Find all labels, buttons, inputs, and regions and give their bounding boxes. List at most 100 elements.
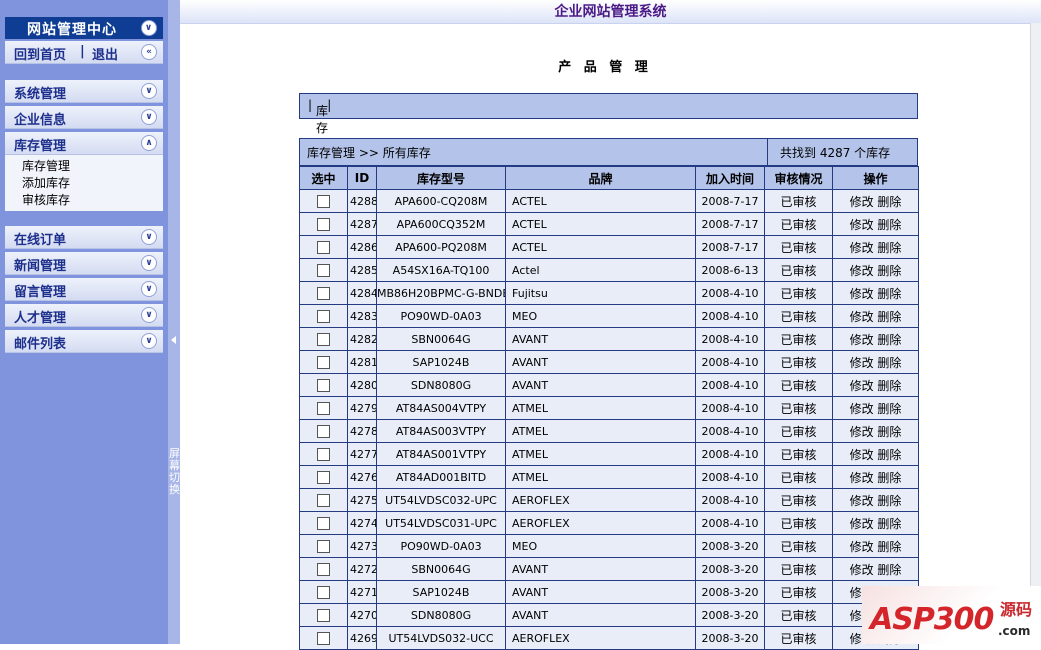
sidebar-item-messages[interactable]: 留言管理 ∨ — [5, 278, 163, 301]
row-date: 2008-4-10 — [695, 488, 765, 512]
double-chevron-down-icon[interactable]: ∨ — [141, 109, 157, 125]
double-chevron-down-icon[interactable]: ∨ — [141, 229, 157, 245]
delete-link[interactable]: 删除 — [877, 540, 901, 554]
edit-link[interactable]: 修改 — [850, 494, 874, 508]
delete-link[interactable]: 删除 — [877, 195, 901, 209]
delete-link[interactable]: 删除 — [877, 287, 901, 301]
row-checkbox[interactable] — [317, 424, 330, 438]
sidebar-item-news[interactable]: 新闻管理 ∨ — [5, 252, 163, 275]
row-date: 2008-7-17 — [695, 189, 765, 213]
row-checkbox[interactable] — [317, 516, 330, 530]
edit-link[interactable]: 修改 — [850, 540, 874, 554]
submenu-item-review-inventory[interactable]: 审核库存 — [5, 192, 163, 209]
row-checkbox[interactable] — [317, 539, 330, 553]
row-date: 2008-3-20 — [695, 626, 765, 650]
delete-link[interactable]: 删除 — [877, 310, 901, 324]
row-select-cell — [299, 580, 348, 604]
sidebar-item-mail-list[interactable]: 邮件列表 ∨ — [5, 330, 163, 353]
double-chevron-down-icon[interactable]: ∨ — [141, 307, 157, 323]
collapse-arrow-icon[interactable] — [171, 336, 176, 344]
delete-link[interactable]: 删除 — [877, 448, 901, 462]
row-checkbox[interactable] — [317, 194, 330, 208]
row-actions: 修改 删除 — [832, 235, 919, 259]
row-checkbox[interactable] — [317, 493, 330, 507]
row-checkbox[interactable] — [317, 608, 330, 622]
delete-link[interactable]: 删除 — [877, 471, 901, 485]
delete-link[interactable]: 删除 — [877, 379, 901, 393]
row-checkbox[interactable] — [317, 355, 330, 369]
edit-link[interactable]: 修改 — [850, 517, 874, 531]
edit-link[interactable]: 修改 — [850, 287, 874, 301]
sidebar-item-company-info[interactable]: 企业信息 ∨ — [5, 106, 163, 129]
row-date: 2008-7-17 — [695, 235, 765, 259]
delete-link[interactable]: 删除 — [877, 517, 901, 531]
table-row: 4282 SBN0064G AVANT 2008-4-10 已审核 修改 删除 — [299, 327, 919, 351]
double-chevron-down-icon[interactable]: ∨ — [141, 333, 157, 349]
home-link[interactable]: 回到首页 — [14, 44, 66, 63]
logout-link[interactable]: 退出 — [92, 44, 118, 63]
double-chevron-down-icon[interactable]: ∨ — [141, 281, 157, 297]
edit-link[interactable]: 修改 — [850, 425, 874, 439]
breadcrumb: 库存管理 >> 所有库存 — [307, 146, 431, 160]
row-status: 已审核 — [764, 442, 833, 466]
delete-link[interactable]: 删除 — [877, 425, 901, 439]
edit-link[interactable]: 修改 — [850, 379, 874, 393]
double-chevron-left-icon[interactable]: « — [141, 44, 157, 60]
row-actions: 修改 删除 — [832, 258, 919, 282]
row-checkbox[interactable] — [317, 240, 330, 254]
chevron-down-icon[interactable]: ∨ — [141, 20, 157, 36]
edit-link[interactable]: 修改 — [850, 356, 874, 370]
delete-link[interactable]: 删除 — [877, 241, 901, 255]
inventory-submenu: 库存管理 添加库存 审核库存 — [5, 155, 163, 211]
sidebar-item-inventory[interactable]: 库存管理 ∧ — [5, 132, 163, 155]
row-checkbox[interactable] — [317, 401, 330, 415]
row-select-cell — [299, 373, 348, 397]
row-brand: ATMEL — [505, 465, 696, 489]
row-checkbox[interactable] — [317, 332, 330, 346]
row-checkbox[interactable] — [317, 378, 330, 392]
edit-link[interactable]: 修改 — [850, 241, 874, 255]
double-chevron-up-icon[interactable]: ∧ — [141, 135, 157, 151]
edit-link[interactable]: 修改 — [850, 448, 874, 462]
table-row: 4273 PO90WD-0A03 MEO 2008-3-20 已审核 修改 删除 — [299, 534, 919, 558]
delete-link[interactable]: 删除 — [877, 402, 901, 416]
edit-link[interactable]: 修改 — [850, 402, 874, 416]
delete-link[interactable]: 删除 — [877, 356, 901, 370]
edit-link[interactable]: 修改 — [850, 333, 874, 347]
screen-toggle-splitter[interactable]: 屏幕切换 — [168, 0, 180, 644]
delete-link[interactable]: 删除 — [877, 333, 901, 347]
sidebar-item-talent[interactable]: 人才管理 ∨ — [5, 304, 163, 327]
vertical-scrollbar[interactable] — [1030, 23, 1041, 644]
row-checkbox[interactable] — [317, 286, 330, 300]
double-chevron-down-icon[interactable]: ∨ — [141, 255, 157, 271]
edit-link[interactable]: 修改 — [850, 218, 874, 232]
sidebar-item-orders[interactable]: 在线订单 ∨ — [5, 226, 163, 249]
edit-link[interactable]: 修改 — [850, 471, 874, 485]
edit-link[interactable]: 修改 — [850, 310, 874, 324]
row-checkbox[interactable] — [317, 562, 330, 576]
row-checkbox[interactable] — [317, 470, 330, 484]
submenu-item-add-inventory[interactable]: 添加库存 — [5, 175, 163, 192]
delete-link[interactable]: 删除 — [877, 494, 901, 508]
sidebar-item-system[interactable]: 系统管理 ∨ — [5, 80, 163, 103]
row-status: 已审核 — [764, 304, 833, 328]
sidebar-header[interactable]: 网站管理中心 ∨ — [5, 17, 163, 39]
row-checkbox[interactable] — [317, 447, 330, 461]
delete-link[interactable]: 删除 — [877, 563, 901, 577]
edit-link[interactable]: 修改 — [850, 195, 874, 209]
delete-link[interactable]: 删除 — [877, 218, 901, 232]
row-checkbox[interactable] — [317, 631, 330, 645]
submenu-item-inventory-manage[interactable]: 库存管理 — [5, 155, 163, 175]
table-row: 4286 APA600-PQ208M ACTEL 2008-7-17 已审核 修改 删除 — [299, 235, 919, 259]
delete-link[interactable]: 删除 — [877, 264, 901, 278]
double-chevron-down-icon[interactable]: ∨ — [141, 83, 157, 99]
row-checkbox[interactable] — [317, 585, 330, 599]
row-checkbox[interactable] — [317, 263, 330, 277]
row-checkbox[interactable] — [317, 217, 330, 231]
edit-link[interactable]: 修改 — [850, 563, 874, 577]
edit-link[interactable]: 修改 — [850, 264, 874, 278]
row-id: 4287 — [347, 212, 377, 236]
sidebar-header-title: 网站管理中心 — [27, 22, 117, 38]
row-checkbox[interactable] — [317, 309, 330, 323]
row-date: 2008-4-10 — [695, 327, 765, 351]
